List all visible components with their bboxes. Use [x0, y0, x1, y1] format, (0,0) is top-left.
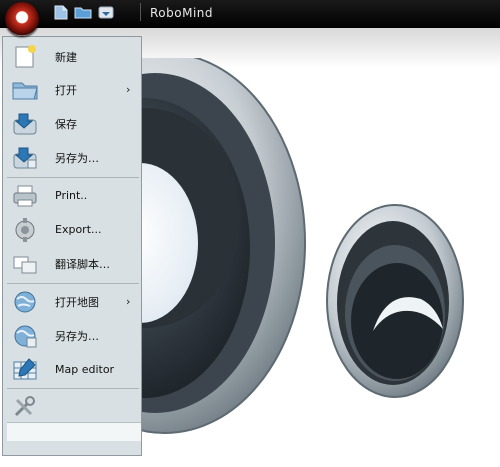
menu-item-export[interactable]: Export... [3, 213, 141, 246]
printer-icon [11, 183, 39, 209]
menu-footer [7, 422, 141, 441]
save-icon [11, 111, 39, 137]
menu-item-label: 另存为… [55, 329, 99, 343]
menu-item-label: 翻译脚本… [55, 257, 110, 271]
menu-separator [7, 177, 139, 178]
application-menu-button[interactable] [5, 2, 39, 36]
menu-item-new[interactable]: 新建 [3, 40, 141, 73]
new-document-icon [11, 44, 39, 70]
menu-item-open-map[interactable]: 打开地图 › [3, 285, 141, 318]
menu-item-tools[interactable] [3, 390, 141, 423]
save-as-icon [11, 145, 39, 171]
title-bar: RoboMind [0, 0, 500, 28]
menu-item-label: 打开地图 [55, 295, 99, 309]
menu-item-label: Export... [55, 223, 102, 236]
menu-item-translate-script[interactable]: 翻译脚本… [3, 247, 141, 280]
menu-item-label: Print.. [55, 189, 88, 202]
settings-tools-icon [11, 394, 39, 420]
submenu-arrow-icon: › [126, 83, 131, 96]
save-icon[interactable] [97, 4, 115, 20]
menu-item-open[interactable]: 打开 › [3, 73, 141, 106]
save-map-as-icon [11, 323, 39, 349]
open-folder-icon [11, 77, 39, 103]
window-title: RoboMind [150, 6, 214, 20]
menu-item-save[interactable]: 保存 [3, 107, 141, 140]
menu-item-label: 另存为… [55, 151, 99, 165]
open-map-icon [11, 289, 39, 315]
menu-item-save-as[interactable]: 另存为… [3, 141, 141, 174]
menu-item-label: Map editor [55, 363, 115, 376]
menu-item-label: 打开 [55, 83, 77, 97]
menu-item-print[interactable]: Print.. [3, 179, 141, 212]
new-document-icon[interactable] [52, 4, 70, 20]
menu-item-save-map-as[interactable]: 另存为… [3, 319, 141, 352]
map-editor-icon [11, 357, 39, 383]
submenu-arrow-icon: › [126, 295, 131, 308]
menu-separator [7, 388, 139, 389]
menu-item-label: 新建 [55, 50, 77, 64]
application-menu: 新建 打开 › 保存 另存为… Print.. Export... 翻译脚本… … [2, 36, 142, 456]
menu-separator [7, 283, 139, 284]
open-folder-icon[interactable] [74, 4, 92, 20]
menu-item-map-editor[interactable]: Map editor [3, 353, 141, 386]
quick-access-separator [132, 3, 141, 21]
translate-script-icon [11, 251, 39, 277]
menu-item-label: 保存 [55, 117, 77, 131]
export-icon [11, 217, 39, 243]
robot-eye-right [326, 204, 464, 398]
